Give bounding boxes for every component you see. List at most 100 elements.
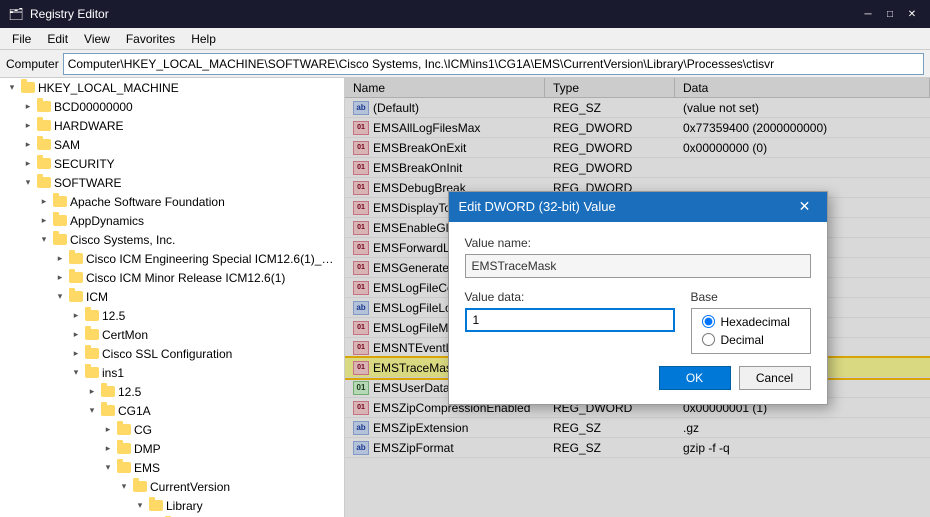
tree-item-cg1a[interactable]: ▾ CG1A — [0, 401, 344, 420]
expand-icon-hardware[interactable]: ▸ — [20, 118, 36, 134]
value-data-input[interactable] — [465, 308, 675, 332]
values-panel: Name Type Data ab(Default)REG_SZ(value n… — [345, 78, 930, 517]
tree-label-cg: CG — [134, 423, 152, 437]
tree-item-hardware[interactable]: ▸HARDWARE — [0, 116, 344, 135]
base-radio-group: Hexadecimal Decimal — [691, 308, 811, 354]
tree-item-dmp[interactable]: ▸DMP — [0, 439, 344, 458]
expand-icon-ins1[interactable]: ▾ — [68, 365, 84, 381]
expand-icon-currentversion[interactable]: ▾ — [116, 479, 132, 495]
address-input[interactable] — [63, 53, 924, 75]
decimal-radio[interactable] — [702, 333, 715, 346]
expand-icon-hklm[interactable]: ▾ — [4, 80, 20, 96]
dialog-close-button[interactable]: ✕ — [793, 195, 817, 219]
folder-icon-cisco-icm-eng — [68, 251, 84, 267]
tree-item-bcd[interactable]: ▸BCD00000000 — [0, 97, 344, 116]
expand-icon-icm[interactable]: ▾ — [52, 289, 68, 305]
folder-icon-dmp — [116, 441, 132, 457]
tree-label-ciscossl: Cisco SSL Configuration — [102, 347, 232, 361]
tree-label-currentversion: CurrentVersion — [150, 480, 230, 494]
tree-label-appdynamics: AppDynamics — [70, 214, 144, 228]
tree-item-sam[interactable]: ▸SAM — [0, 135, 344, 154]
tree-item-appdynamics[interactable]: ▸ AppDynamics — [0, 211, 344, 230]
folder-icon-cg — [116, 422, 132, 438]
main-area: ▾HKEY_LOCAL_MACHINE▸BCD00000000▸HARDWARE… — [0, 78, 930, 517]
base-container: Base Hexadecimal Decimal — [691, 290, 811, 354]
dialog-titlebar: Edit DWORD (32-bit) Value ✕ — [449, 192, 827, 222]
tree-panel: ▾HKEY_LOCAL_MACHINE▸BCD00000000▸HARDWARE… — [0, 78, 345, 517]
menu-help[interactable]: Help — [183, 28, 224, 49]
tree-label-cisco-icm-minor: Cisco ICM Minor Release ICM12.6(1) — [86, 271, 285, 285]
expand-icon-cisco-icm-eng[interactable]: ▸ — [52, 251, 68, 267]
tree-item-hklm[interactable]: ▾HKEY_LOCAL_MACHINE — [0, 78, 344, 97]
expand-icon-apache[interactable]: ▸ — [36, 194, 52, 210]
close-button[interactable]: ✕ — [902, 4, 922, 24]
menu-view[interactable]: View — [76, 28, 118, 49]
folder-icon-cisco-icm-minor — [68, 270, 84, 286]
folder-icon-icm — [68, 289, 84, 305]
minimize-button[interactable]: ─ — [858, 4, 878, 24]
decimal-radio-label[interactable]: Decimal — [702, 333, 800, 347]
expand-icon-icm-12-5[interactable]: ▸ — [68, 308, 84, 324]
expand-icon-cisco[interactable]: ▾ — [36, 232, 52, 248]
hexadecimal-radio-label[interactable]: Hexadecimal — [702, 315, 800, 329]
tree-item-software[interactable]: ▾SOFTWARE — [0, 173, 344, 192]
tree-label-icm: ICM — [86, 290, 108, 304]
dialog-buttons: OK Cancel — [465, 366, 811, 390]
menu-edit[interactable]: Edit — [39, 28, 76, 49]
tree-item-currentversion[interactable]: ▾ CurrentVersion — [0, 477, 344, 496]
expand-icon-security[interactable]: ▸ — [20, 156, 36, 172]
tree-item-cisco-icm-minor[interactable]: ▸ Cisco ICM Minor Release ICM12.6(1) — [0, 268, 344, 287]
cancel-button[interactable]: Cancel — [739, 366, 811, 390]
tree-label-cisco-icm-eng: Cisco ICM Engineering Special ICM12.6(1)… — [86, 252, 340, 266]
expand-icon-cisco-icm-minor[interactable]: ▸ — [52, 270, 68, 286]
menu-file[interactable]: File — [4, 28, 39, 49]
dialog-body: Value name: Value data: Base — [449, 222, 827, 404]
expand-icon-certmon[interactable]: ▸ — [68, 327, 84, 343]
address-label: Computer — [6, 57, 59, 71]
folder-icon-ins1-12-5 — [100, 384, 116, 400]
tree-item-cg[interactable]: ▸ CG — [0, 420, 344, 439]
expand-icon-ins1-12-5[interactable]: ▸ — [84, 384, 100, 400]
tree-label-cg1a: CG1A — [118, 404, 151, 418]
edit-dword-dialog: Edit DWORD (32-bit) Value ✕ Value name: … — [448, 191, 828, 405]
expand-icon-library[interactable]: ▾ — [132, 498, 148, 514]
value-name-input — [465, 254, 811, 278]
tree-item-library[interactable]: ▾Library — [0, 496, 344, 515]
tree-label-certmon: CertMon — [102, 328, 148, 342]
tree-item-ems[interactable]: ▾EMS — [0, 458, 344, 477]
tree-item-cisco-icm-eng[interactable]: ▸ Cisco ICM Engineering Special ICM12.6(1… — [0, 249, 344, 268]
expand-icon-cg1a[interactable]: ▾ — [84, 403, 100, 419]
menu-favorites[interactable]: Favorites — [118, 28, 183, 49]
base-label: Base — [691, 290, 811, 304]
folder-icon-software — [36, 175, 52, 191]
tree-item-icm[interactable]: ▾ ICM — [0, 287, 344, 306]
tree-item-ins1[interactable]: ▾ins1 — [0, 363, 344, 382]
tree-label-cisco: Cisco Systems, Inc. — [70, 233, 175, 247]
expand-icon-sam[interactable]: ▸ — [20, 137, 36, 153]
expand-icon-ciscossl[interactable]: ▸ — [68, 346, 84, 362]
expand-icon-dmp[interactable]: ▸ — [100, 441, 116, 457]
expand-icon-ems[interactable]: ▾ — [100, 460, 116, 476]
value-data-label: Value data: — [465, 290, 675, 304]
title-bar-controls: ─ □ ✕ — [858, 4, 922, 24]
tree-label-security: SECURITY — [54, 157, 115, 171]
tree-item-icm-12-5[interactable]: ▸ 12.5 — [0, 306, 344, 325]
tree-label-icm-12-5: 12.5 — [102, 309, 125, 323]
tree-item-apache[interactable]: ▸Apache Software Foundation — [0, 192, 344, 211]
expand-icon-cg[interactable]: ▸ — [100, 422, 116, 438]
expand-icon-appdynamics[interactable]: ▸ — [36, 213, 52, 229]
folder-icon-sam — [36, 137, 52, 153]
folder-icon-certmon — [84, 327, 100, 343]
expand-icon-bcd[interactable]: ▸ — [20, 99, 36, 115]
tree-item-cisco[interactable]: ▾ Cisco Systems, Inc. — [0, 230, 344, 249]
ok-button[interactable]: OK — [659, 366, 731, 390]
decimal-label: Decimal — [721, 333, 764, 347]
hexadecimal-radio[interactable] — [702, 315, 715, 328]
tree-item-security[interactable]: ▸ SECURITY — [0, 154, 344, 173]
expand-icon-software[interactable]: ▾ — [20, 175, 36, 191]
tree-item-ciscossl[interactable]: ▸ Cisco SSL Configuration — [0, 344, 344, 363]
maximize-button[interactable]: □ — [880, 4, 900, 24]
tree-item-ins1-12-5[interactable]: ▸12.5 — [0, 382, 344, 401]
title-bar-text: Registry Editor — [30, 7, 109, 21]
tree-item-certmon[interactable]: ▸ CertMon — [0, 325, 344, 344]
